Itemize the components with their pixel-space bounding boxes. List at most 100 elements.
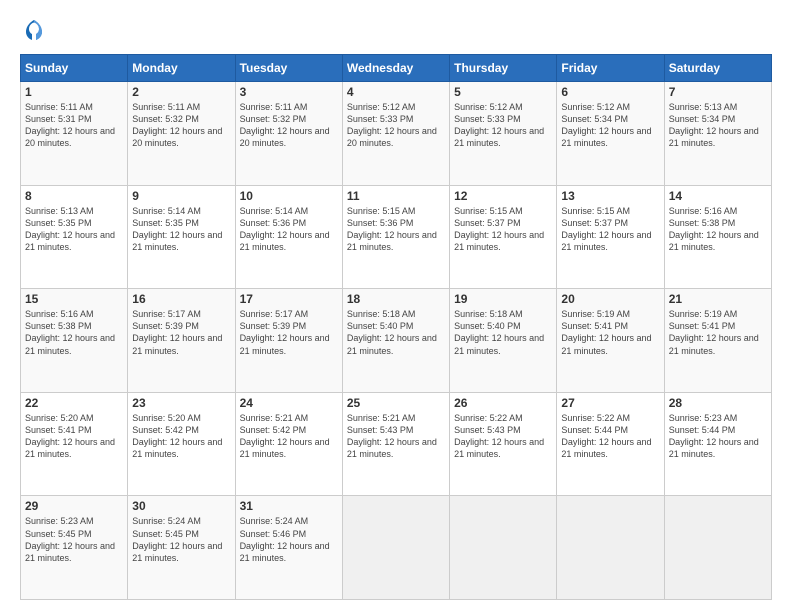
calendar-cell: 24 Sunrise: 5:21 AM Sunset: 5:42 PM Dayl… <box>235 392 342 496</box>
day-info: Sunrise: 5:15 AM Sunset: 5:37 PM Dayligh… <box>454 205 552 254</box>
calendar-cell <box>342 496 449 600</box>
day-info: Sunrise: 5:12 AM Sunset: 5:33 PM Dayligh… <box>454 101 552 150</box>
day-info: Sunrise: 5:12 AM Sunset: 5:33 PM Dayligh… <box>347 101 445 150</box>
calendar-cell <box>557 496 664 600</box>
day-info: Sunrise: 5:19 AM Sunset: 5:41 PM Dayligh… <box>561 308 659 357</box>
day-info: Sunrise: 5:11 AM Sunset: 5:32 PM Dayligh… <box>132 101 230 150</box>
day-info: Sunrise: 5:22 AM Sunset: 5:44 PM Dayligh… <box>561 412 659 461</box>
day-number: 8 <box>25 189 123 203</box>
day-info: Sunrise: 5:14 AM Sunset: 5:35 PM Dayligh… <box>132 205 230 254</box>
calendar-cell: 5 Sunrise: 5:12 AM Sunset: 5:33 PM Dayli… <box>450 82 557 186</box>
calendar-cell: 23 Sunrise: 5:20 AM Sunset: 5:42 PM Dayl… <box>128 392 235 496</box>
calendar-table: SundayMondayTuesdayWednesdayThursdayFrid… <box>20 54 772 600</box>
calendar-cell: 21 Sunrise: 5:19 AM Sunset: 5:41 PM Dayl… <box>664 289 771 393</box>
day-header-saturday: Saturday <box>664 55 771 82</box>
logo-icon <box>20 16 48 44</box>
calendar-week-row: 15 Sunrise: 5:16 AM Sunset: 5:38 PM Dayl… <box>21 289 772 393</box>
day-number: 6 <box>561 85 659 99</box>
day-info: Sunrise: 5:21 AM Sunset: 5:42 PM Dayligh… <box>240 412 338 461</box>
calendar-cell: 12 Sunrise: 5:15 AM Sunset: 5:37 PM Dayl… <box>450 185 557 289</box>
logo <box>20 16 50 44</box>
calendar-cell: 1 Sunrise: 5:11 AM Sunset: 5:31 PM Dayli… <box>21 82 128 186</box>
day-number: 30 <box>132 499 230 513</box>
day-header-tuesday: Tuesday <box>235 55 342 82</box>
day-number: 11 <box>347 189 445 203</box>
day-info: Sunrise: 5:23 AM Sunset: 5:45 PM Dayligh… <box>25 515 123 564</box>
day-number: 7 <box>669 85 767 99</box>
day-info: Sunrise: 5:12 AM Sunset: 5:34 PM Dayligh… <box>561 101 659 150</box>
day-number: 27 <box>561 396 659 410</box>
day-number: 31 <box>240 499 338 513</box>
day-header-thursday: Thursday <box>450 55 557 82</box>
calendar-cell <box>664 496 771 600</box>
calendar-cell: 3 Sunrise: 5:11 AM Sunset: 5:32 PM Dayli… <box>235 82 342 186</box>
calendar-week-row: 29 Sunrise: 5:23 AM Sunset: 5:45 PM Dayl… <box>21 496 772 600</box>
day-info: Sunrise: 5:11 AM Sunset: 5:31 PM Dayligh… <box>25 101 123 150</box>
calendar-cell: 27 Sunrise: 5:22 AM Sunset: 5:44 PM Dayl… <box>557 392 664 496</box>
day-info: Sunrise: 5:13 AM Sunset: 5:35 PM Dayligh… <box>25 205 123 254</box>
day-number: 5 <box>454 85 552 99</box>
day-number: 4 <box>347 85 445 99</box>
day-info: Sunrise: 5:20 AM Sunset: 5:42 PM Dayligh… <box>132 412 230 461</box>
calendar-cell: 30 Sunrise: 5:24 AM Sunset: 5:45 PM Dayl… <box>128 496 235 600</box>
day-info: Sunrise: 5:16 AM Sunset: 5:38 PM Dayligh… <box>25 308 123 357</box>
day-info: Sunrise: 5:11 AM Sunset: 5:32 PM Dayligh… <box>240 101 338 150</box>
calendar-cell: 31 Sunrise: 5:24 AM Sunset: 5:46 PM Dayl… <box>235 496 342 600</box>
day-number: 25 <box>347 396 445 410</box>
calendar-cell: 10 Sunrise: 5:14 AM Sunset: 5:36 PM Dayl… <box>235 185 342 289</box>
day-number: 23 <box>132 396 230 410</box>
day-info: Sunrise: 5:24 AM Sunset: 5:45 PM Dayligh… <box>132 515 230 564</box>
calendar-cell: 13 Sunrise: 5:15 AM Sunset: 5:37 PM Dayl… <box>557 185 664 289</box>
calendar-cell: 9 Sunrise: 5:14 AM Sunset: 5:35 PM Dayli… <box>128 185 235 289</box>
calendar-cell: 26 Sunrise: 5:22 AM Sunset: 5:43 PM Dayl… <box>450 392 557 496</box>
calendar-cell: 7 Sunrise: 5:13 AM Sunset: 5:34 PM Dayli… <box>664 82 771 186</box>
day-header-wednesday: Wednesday <box>342 55 449 82</box>
day-number: 3 <box>240 85 338 99</box>
calendar-cell: 14 Sunrise: 5:16 AM Sunset: 5:38 PM Dayl… <box>664 185 771 289</box>
day-number: 26 <box>454 396 552 410</box>
day-info: Sunrise: 5:18 AM Sunset: 5:40 PM Dayligh… <box>454 308 552 357</box>
day-info: Sunrise: 5:19 AM Sunset: 5:41 PM Dayligh… <box>669 308 767 357</box>
day-info: Sunrise: 5:23 AM Sunset: 5:44 PM Dayligh… <box>669 412 767 461</box>
calendar-cell <box>450 496 557 600</box>
day-info: Sunrise: 5:18 AM Sunset: 5:40 PM Dayligh… <box>347 308 445 357</box>
calendar-cell: 16 Sunrise: 5:17 AM Sunset: 5:39 PM Dayl… <box>128 289 235 393</box>
calendar-cell: 18 Sunrise: 5:18 AM Sunset: 5:40 PM Dayl… <box>342 289 449 393</box>
day-number: 14 <box>669 189 767 203</box>
day-info: Sunrise: 5:17 AM Sunset: 5:39 PM Dayligh… <box>240 308 338 357</box>
calendar-cell: 4 Sunrise: 5:12 AM Sunset: 5:33 PM Dayli… <box>342 82 449 186</box>
day-info: Sunrise: 5:14 AM Sunset: 5:36 PM Dayligh… <box>240 205 338 254</box>
day-header-monday: Monday <box>128 55 235 82</box>
day-info: Sunrise: 5:20 AM Sunset: 5:41 PM Dayligh… <box>25 412 123 461</box>
calendar-cell: 17 Sunrise: 5:17 AM Sunset: 5:39 PM Dayl… <box>235 289 342 393</box>
day-number: 18 <box>347 292 445 306</box>
day-number: 28 <box>669 396 767 410</box>
calendar-cell: 2 Sunrise: 5:11 AM Sunset: 5:32 PM Dayli… <box>128 82 235 186</box>
day-number: 20 <box>561 292 659 306</box>
day-number: 12 <box>454 189 552 203</box>
day-number: 2 <box>132 85 230 99</box>
day-header-sunday: Sunday <box>21 55 128 82</box>
calendar-week-row: 1 Sunrise: 5:11 AM Sunset: 5:31 PM Dayli… <box>21 82 772 186</box>
day-info: Sunrise: 5:13 AM Sunset: 5:34 PM Dayligh… <box>669 101 767 150</box>
day-info: Sunrise: 5:16 AM Sunset: 5:38 PM Dayligh… <box>669 205 767 254</box>
day-number: 15 <box>25 292 123 306</box>
day-header-friday: Friday <box>557 55 664 82</box>
page: SundayMondayTuesdayWednesdayThursdayFrid… <box>0 0 792 612</box>
day-number: 24 <box>240 396 338 410</box>
day-number: 9 <box>132 189 230 203</box>
calendar-cell: 15 Sunrise: 5:16 AM Sunset: 5:38 PM Dayl… <box>21 289 128 393</box>
calendar-cell: 6 Sunrise: 5:12 AM Sunset: 5:34 PM Dayli… <box>557 82 664 186</box>
calendar-cell: 8 Sunrise: 5:13 AM Sunset: 5:35 PM Dayli… <box>21 185 128 289</box>
calendar-cell: 19 Sunrise: 5:18 AM Sunset: 5:40 PM Dayl… <box>450 289 557 393</box>
day-number: 22 <box>25 396 123 410</box>
day-info: Sunrise: 5:15 AM Sunset: 5:36 PM Dayligh… <box>347 205 445 254</box>
calendar-body: 1 Sunrise: 5:11 AM Sunset: 5:31 PM Dayli… <box>21 82 772 600</box>
day-info: Sunrise: 5:21 AM Sunset: 5:43 PM Dayligh… <box>347 412 445 461</box>
header <box>20 16 772 44</box>
day-number: 21 <box>669 292 767 306</box>
day-number: 19 <box>454 292 552 306</box>
day-number: 16 <box>132 292 230 306</box>
calendar-week-row: 8 Sunrise: 5:13 AM Sunset: 5:35 PM Dayli… <box>21 185 772 289</box>
day-number: 29 <box>25 499 123 513</box>
